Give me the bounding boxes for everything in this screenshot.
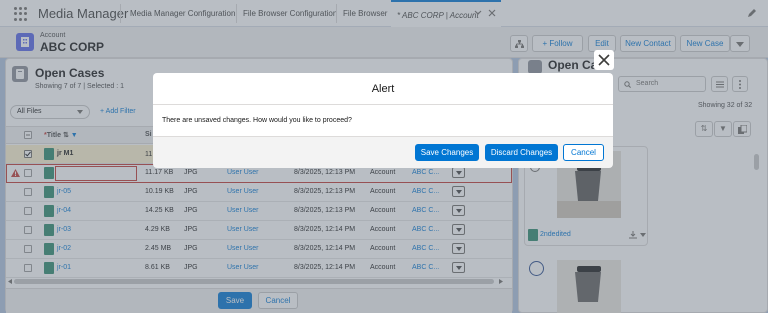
modal-cancel-button[interactable]: Cancel: [563, 144, 604, 161]
modal-close-button[interactable]: [594, 50, 614, 70]
discard-changes-button[interactable]: Discard Changes: [485, 144, 558, 161]
modal-title: Alert: [371, 83, 395, 95]
modal-message: There are unsaved changes. How would you…: [162, 117, 352, 124]
close-icon: [598, 54, 610, 66]
save-changes-button[interactable]: Save Changes: [415, 144, 479, 161]
